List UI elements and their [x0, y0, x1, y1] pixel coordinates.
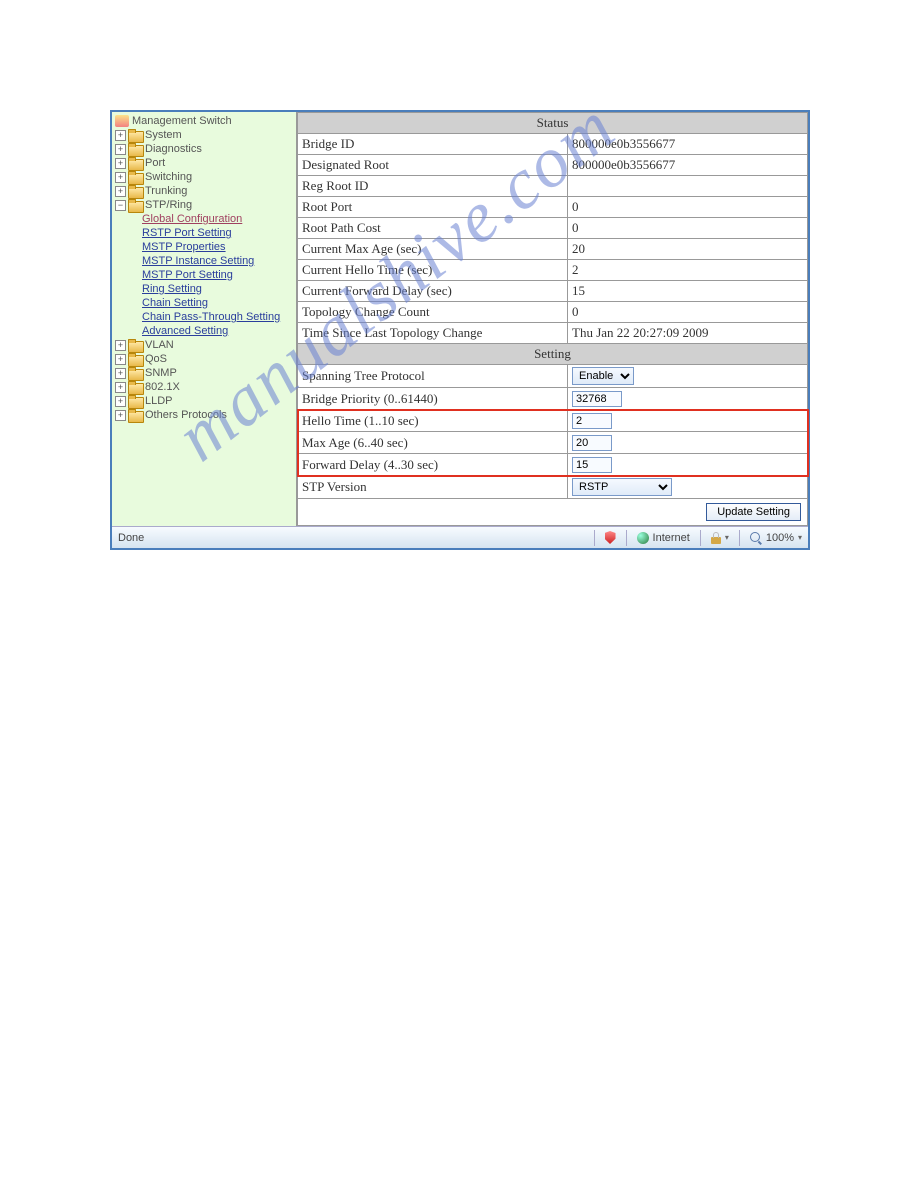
row-root-port: Root Port0	[298, 197, 808, 218]
hello-input[interactable]	[572, 413, 612, 429]
row-bridge-id: Bridge ID800000e0b3556677	[298, 134, 808, 155]
tree-item-trunking[interactable]: + Trunking	[112, 184, 296, 198]
subitem-mstp-port[interactable]: MSTP Port Setting	[112, 268, 296, 282]
collapse-icon[interactable]: −	[115, 200, 126, 211]
status-zone: Internet	[653, 532, 690, 544]
row-fwd-delay: Current Forward Delay (sec)15	[298, 281, 808, 302]
row-max-age: Current Max Age (sec)20	[298, 239, 808, 260]
expand-icon[interactable]: +	[115, 410, 126, 421]
folder-icon	[128, 171, 142, 183]
expand-icon[interactable]: +	[115, 172, 126, 183]
folder-icon	[128, 339, 142, 351]
main-panel: Status Bridge ID800000e0b3556677 Designa…	[297, 112, 808, 526]
stp-select[interactable]: Enable	[572, 367, 634, 385]
folder-icon	[128, 129, 142, 141]
row-stp-version: STP Version RSTP	[298, 476, 808, 499]
folder-icon	[128, 367, 142, 379]
highlighted-settings: Hello Time (1..10 sec) Max Age (6..40 se…	[298, 410, 808, 476]
status-zoom: 100%	[766, 532, 794, 544]
tree-item-switching[interactable]: + Switching	[112, 170, 296, 184]
home-icon	[115, 115, 129, 127]
row-topo-count: Topology Change Count0	[298, 302, 808, 323]
status-header: Status	[298, 113, 808, 134]
tree-item-snmp[interactable]: + SNMP	[112, 366, 296, 380]
fwd-input[interactable]	[572, 457, 612, 473]
separator	[594, 530, 595, 546]
shield-icon	[605, 531, 616, 544]
setting-header: Setting	[298, 344, 808, 365]
tree-item-lldp[interactable]: + LLDP	[112, 394, 296, 408]
folder-icon	[128, 199, 142, 211]
chevron-down-icon[interactable]: ▾	[725, 533, 729, 542]
app-window: Management Switch + System + Diagnostics…	[110, 110, 810, 550]
expand-icon[interactable]: +	[115, 340, 126, 351]
row-update: Update Setting	[298, 499, 808, 526]
row-hello-time: Hello Time (1..10 sec)	[298, 410, 808, 432]
subitem-chain[interactable]: Chain Setting	[112, 296, 296, 310]
tree-item-stpring[interactable]: − STP/Ring	[112, 198, 296, 212]
expand-icon[interactable]: +	[115, 382, 126, 393]
folder-icon	[128, 381, 142, 393]
tree-item-vlan[interactable]: + VLAN	[112, 338, 296, 352]
lock-icon	[711, 532, 721, 544]
row-topo-time: Time Since Last Topology ChangeThu Jan 2…	[298, 323, 808, 344]
tree-item-qos[interactable]: + QoS	[112, 352, 296, 366]
subitem-chain-pass[interactable]: Chain Pass-Through Setting	[112, 310, 296, 324]
folder-icon	[128, 353, 142, 365]
zoom-icon	[750, 532, 762, 544]
tree-item-others[interactable]: + Others Protocols	[112, 408, 296, 422]
expand-icon[interactable]: +	[115, 130, 126, 141]
separator	[626, 530, 627, 546]
expand-icon[interactable]: +	[115, 368, 126, 379]
tree-item-diagnostics[interactable]: + Diagnostics	[112, 142, 296, 156]
nav-tree: Management Switch + System + Diagnostics…	[112, 112, 297, 526]
folder-icon	[128, 143, 142, 155]
row-max-age-set: Max Age (6..40 sec)	[298, 432, 808, 454]
row-bridge-priority: Bridge Priority (0..61440)	[298, 388, 808, 410]
row-fwd-delay-set: Forward Delay (4..30 sec)	[298, 454, 808, 476]
globe-icon	[637, 532, 649, 544]
maxage-input[interactable]	[572, 435, 612, 451]
chevron-down-icon[interactable]: ▾	[798, 533, 802, 542]
expand-icon[interactable]: +	[115, 144, 126, 155]
version-select[interactable]: RSTP	[572, 478, 672, 496]
expand-icon[interactable]: +	[115, 396, 126, 407]
row-reg-root: Reg Root ID	[298, 176, 808, 197]
folder-icon	[128, 185, 142, 197]
row-desig-root: Designated Root800000e0b3556677	[298, 155, 808, 176]
expand-icon[interactable]: +	[115, 186, 126, 197]
tree-item-system[interactable]: + System	[112, 128, 296, 142]
folder-icon	[128, 395, 142, 407]
subitem-global-config[interactable]: Global Configuration	[112, 212, 296, 226]
priority-input[interactable]	[572, 391, 622, 407]
separator	[700, 530, 701, 546]
row-hello: Current Hello Time (sec)2	[298, 260, 808, 281]
separator	[739, 530, 740, 546]
tree-item-8021x[interactable]: + 802.1X	[112, 380, 296, 394]
tree-root[interactable]: Management Switch	[112, 114, 296, 128]
tree-root-label: Management Switch	[132, 115, 232, 127]
expand-icon[interactable]: +	[115, 354, 126, 365]
folder-icon	[128, 409, 142, 421]
subitem-advanced[interactable]: Advanced Setting	[112, 324, 296, 338]
subitem-rstp-port[interactable]: RSTP Port Setting	[112, 226, 296, 240]
row-stp-protocol: Spanning Tree Protocol Enable	[298, 365, 808, 388]
subitem-mstp-instance[interactable]: MSTP Instance Setting	[112, 254, 296, 268]
content-area: Management Switch + System + Diagnostics…	[112, 112, 808, 526]
status-done: Done	[118, 532, 144, 544]
status-bar: Done Internet ▾ 100% ▾	[112, 526, 808, 548]
row-root-cost: Root Path Cost0	[298, 218, 808, 239]
subitem-mstp-props[interactable]: MSTP Properties	[112, 240, 296, 254]
update-button[interactable]: Update Setting	[706, 503, 801, 521]
expand-icon[interactable]: +	[115, 158, 126, 169]
tree-item-port[interactable]: + Port	[112, 156, 296, 170]
subitem-ring[interactable]: Ring Setting	[112, 282, 296, 296]
status-table: Status Bridge ID800000e0b3556677 Designa…	[297, 112, 808, 526]
folder-icon	[128, 157, 142, 169]
